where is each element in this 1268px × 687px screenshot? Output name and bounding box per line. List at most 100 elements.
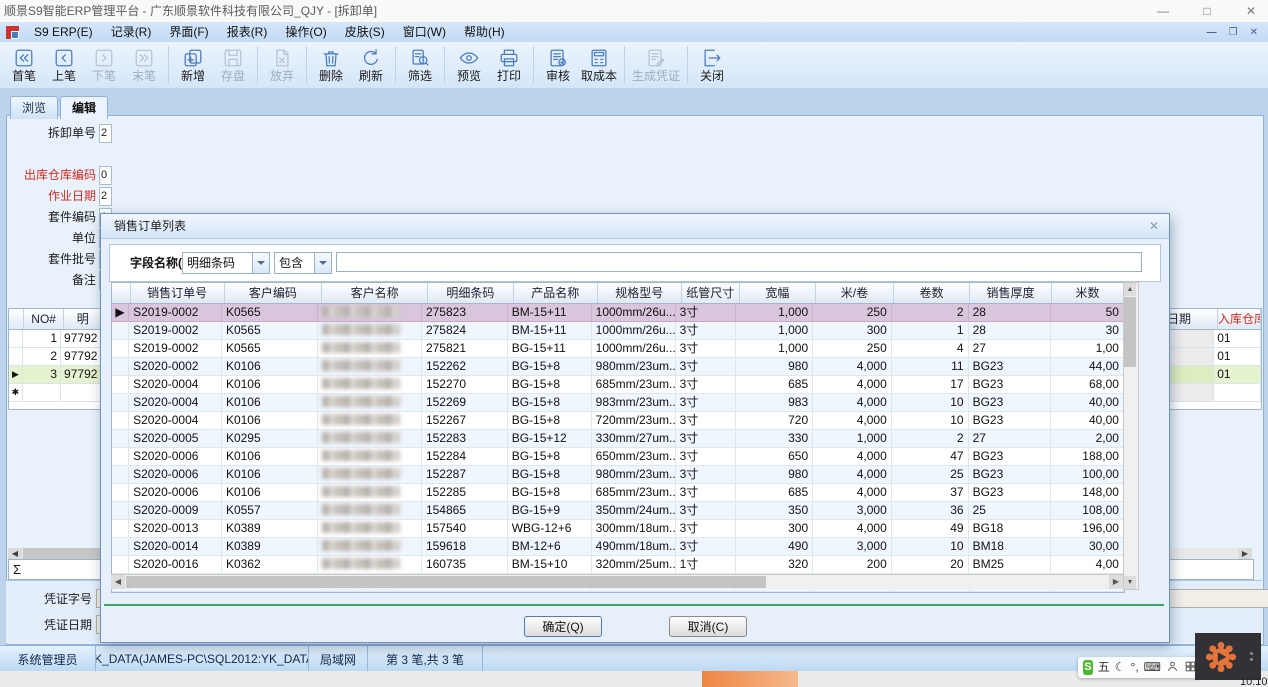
- taskbar-active-app[interactable]: [702, 671, 798, 687]
- sales-order-row[interactable]: S2020-0013K0389157540WBG-12+6300mm/18um.…: [112, 520, 1124, 538]
- mdi-restore-button[interactable]: ❐: [1229, 27, 1238, 38]
- scroll-up-button[interactable]: ▲: [1124, 283, 1136, 296]
- row-warehouse: 01: [1214, 366, 1261, 383]
- screen-recorder-widget[interactable]: [1195, 633, 1261, 680]
- grid-cell: 100,00: [1051, 466, 1124, 483]
- grid-header-cell[interactable]: 明细条码: [428, 283, 514, 303]
- menu-item-7[interactable]: 帮助(H): [455, 22, 514, 42]
- ime-item-4[interactable]: ⌨: [1144, 657, 1161, 678]
- toolbar-button-refresh[interactable]: 刷新: [351, 47, 391, 83]
- grid-cell: [318, 412, 422, 429]
- grid-header-cell[interactable]: 产品名称: [514, 283, 598, 303]
- scrollbar-thumb[interactable]: [1124, 297, 1136, 367]
- toolbar-button-audit[interactable]: 审核: [538, 47, 578, 83]
- tab-edit[interactable]: 编辑: [60, 96, 108, 119]
- menu-item-6[interactable]: 窗口(W): [394, 22, 455, 42]
- grid-cell: 10: [892, 538, 969, 555]
- sales-order-row[interactable]: S2019-0002K0565275824BM-15+111000mm/26u.…: [112, 322, 1124, 340]
- grid-header-cell[interactable]: 纸管尺寸: [682, 283, 740, 303]
- sales-order-row[interactable]: S2020-0009K0557154865BG-15+9350mm/24um..…: [112, 502, 1124, 520]
- toolbar-button-add-doc[interactable]: 新增: [173, 47, 213, 83]
- grid-header-cell[interactable]: 客户编码: [225, 283, 323, 303]
- horizontal-scrollbar[interactable]: ◀ ▶: [111, 574, 1123, 589]
- close-button[interactable]: ✕: [1242, 0, 1260, 22]
- table-row[interactable]: ▶397792: [9, 366, 102, 384]
- sales-order-row[interactable]: S2020-0004K0106152270BG-15+8685mm/23um..…: [112, 376, 1124, 394]
- toolbar-button-preview[interactable]: 预览: [449, 47, 489, 83]
- sales-order-row[interactable]: S2020-0004K0106152267BG-15+8720mm/23um..…: [112, 412, 1124, 430]
- menu-item-3[interactable]: 报表(R): [218, 22, 277, 42]
- sales-order-row[interactable]: S2020-0006K0106152284BG-15+8650mm/23um..…: [112, 448, 1124, 466]
- grid-header-cell[interactable]: 销售订单号: [131, 283, 225, 303]
- chevron-down-icon[interactable]: [252, 253, 269, 273]
- sales-order-row[interactable]: S2020-0005K0295152283BG-15+12330mm/27um.…: [112, 430, 1124, 448]
- field-select[interactable]: 明细条码: [182, 252, 270, 274]
- grid-cell: 4,000: [813, 376, 892, 393]
- dialog-title-bar[interactable]: 销售订单列表 ✕: [101, 214, 1169, 239]
- ime-item-3[interactable]: °,: [1131, 657, 1139, 678]
- grid-cell: BM-15+11: [508, 304, 592, 321]
- menu-item-2[interactable]: 界面(F): [160, 22, 217, 42]
- ok-button[interactable]: 确定(Q): [524, 616, 602, 637]
- tab-browse[interactable]: 浏览: [10, 96, 58, 119]
- toolbar-button-print[interactable]: 打印: [489, 47, 529, 83]
- scroll-down-button[interactable]: ▼: [1124, 576, 1136, 589]
- grid-header-cell[interactable]: 明: [64, 309, 102, 329]
- cancel-button[interactable]: 取消(C): [669, 616, 747, 637]
- grid-header-cell[interactable]: 销售厚度: [970, 283, 1052, 303]
- sales-order-row[interactable]: S2020-0006K0106152285BG-15+8685mm/23um..…: [112, 484, 1124, 502]
- grid-header-cell[interactable]: 入库仓库: [1218, 309, 1261, 329]
- sales-order-row[interactable]: S2020-0016K0362160735BM-15+10320mm/25um.…: [112, 556, 1124, 574]
- field-input-2[interactable]: 2: [99, 187, 112, 206]
- grid-cell: 157540: [422, 520, 508, 537]
- search-input[interactable]: [336, 252, 1142, 272]
- grid-header-cell[interactable]: 米数: [1052, 283, 1124, 303]
- minimize-button[interactable]: —: [1154, 0, 1172, 22]
- sales-order-row[interactable]: ▶S2019-0002K0565275823BM-15+111000mm/26u…: [112, 304, 1124, 322]
- grid-cell: K0106: [222, 412, 318, 429]
- table-row[interactable]: 197792: [9, 330, 102, 348]
- grid-header-cell[interactable]: 卷数: [894, 283, 970, 303]
- toolbar-button-label: 刷新: [359, 69, 383, 83]
- operator-select[interactable]: 包含: [274, 252, 332, 274]
- grid-header-cell[interactable]: 规格型号: [598, 283, 682, 303]
- grid-header-cell[interactable]: 宽幅: [740, 283, 816, 303]
- maximize-button[interactable]: □: [1198, 0, 1216, 22]
- toolbar-button-nav-prev[interactable]: 上笔: [44, 47, 84, 83]
- dialog-close-icon[interactable]: ✕: [1149, 214, 1159, 238]
- sogou-logo-icon[interactable]: S: [1083, 660, 1093, 675]
- field-input-1[interactable]: 0: [99, 166, 112, 185]
- menu-item-0[interactable]: S9 ERP(E): [25, 22, 102, 42]
- mdi-close-button[interactable]: ✕: [1250, 27, 1258, 38]
- ime-item-1[interactable]: 五: [1098, 657, 1110, 678]
- grid-header-cell[interactable]: NO#: [24, 309, 65, 329]
- chevron-down-icon[interactable]: [314, 253, 331, 273]
- toolbar-button-filter[interactable]: 筛选: [400, 47, 440, 83]
- sales-order-row[interactable]: S2020-0014K0389159618BM-12+6490mm/18um..…: [112, 538, 1124, 556]
- sales-order-row[interactable]: S2019-0002K0565275821BG-15+111000mm/26u.…: [112, 340, 1124, 358]
- ime-item-2[interactable]: ☾: [1115, 657, 1126, 678]
- menu-item-1[interactable]: 记录(R): [102, 22, 161, 42]
- grid-header-cell[interactable]: 米/卷: [816, 283, 894, 303]
- toolbar-button-label: 删除: [319, 69, 343, 83]
- table-row[interactable]: ✱: [9, 384, 102, 402]
- toolbar-button-nav-first[interactable]: 首笔: [4, 47, 44, 83]
- vertical-scrollbar[interactable]: ▲ ▼: [1123, 282, 1139, 590]
- sales-order-row[interactable]: S2020-0006K0106152287BG-15+8980mm/23um..…: [112, 466, 1124, 484]
- sales-order-row[interactable]: S2020-0002K0106152262BG-15+8980mm/23um..…: [112, 358, 1124, 376]
- menu-item-5[interactable]: 皮肤(S): [336, 22, 394, 42]
- toolbar-button-cost[interactable]: 取成本: [578, 47, 620, 83]
- menu-item-4[interactable]: 操作(O): [276, 22, 335, 42]
- field-input-0[interactable]: 2: [99, 124, 112, 143]
- grid-header-cell[interactable]: 客户名称: [322, 283, 428, 303]
- person-icon[interactable]: [1166, 660, 1179, 676]
- toolbar-button-delete[interactable]: 删除: [311, 47, 351, 83]
- table-row[interactable]: 297792: [9, 348, 102, 366]
- scroll-right-button[interactable]: ▶: [1109, 575, 1123, 589]
- sales-order-row[interactable]: S2020-0004K0106152269BG-15+8983mm/23um..…: [112, 394, 1124, 412]
- grid-header-cell[interactable]: [9, 309, 24, 329]
- scrollbar-thumb[interactable]: [126, 576, 766, 588]
- toolbar-button-close-exit[interactable]: 关闭: [692, 47, 732, 83]
- mdi-minimize-button[interactable]: —: [1207, 27, 1217, 38]
- scroll-left-button[interactable]: ◀: [111, 575, 125, 589]
